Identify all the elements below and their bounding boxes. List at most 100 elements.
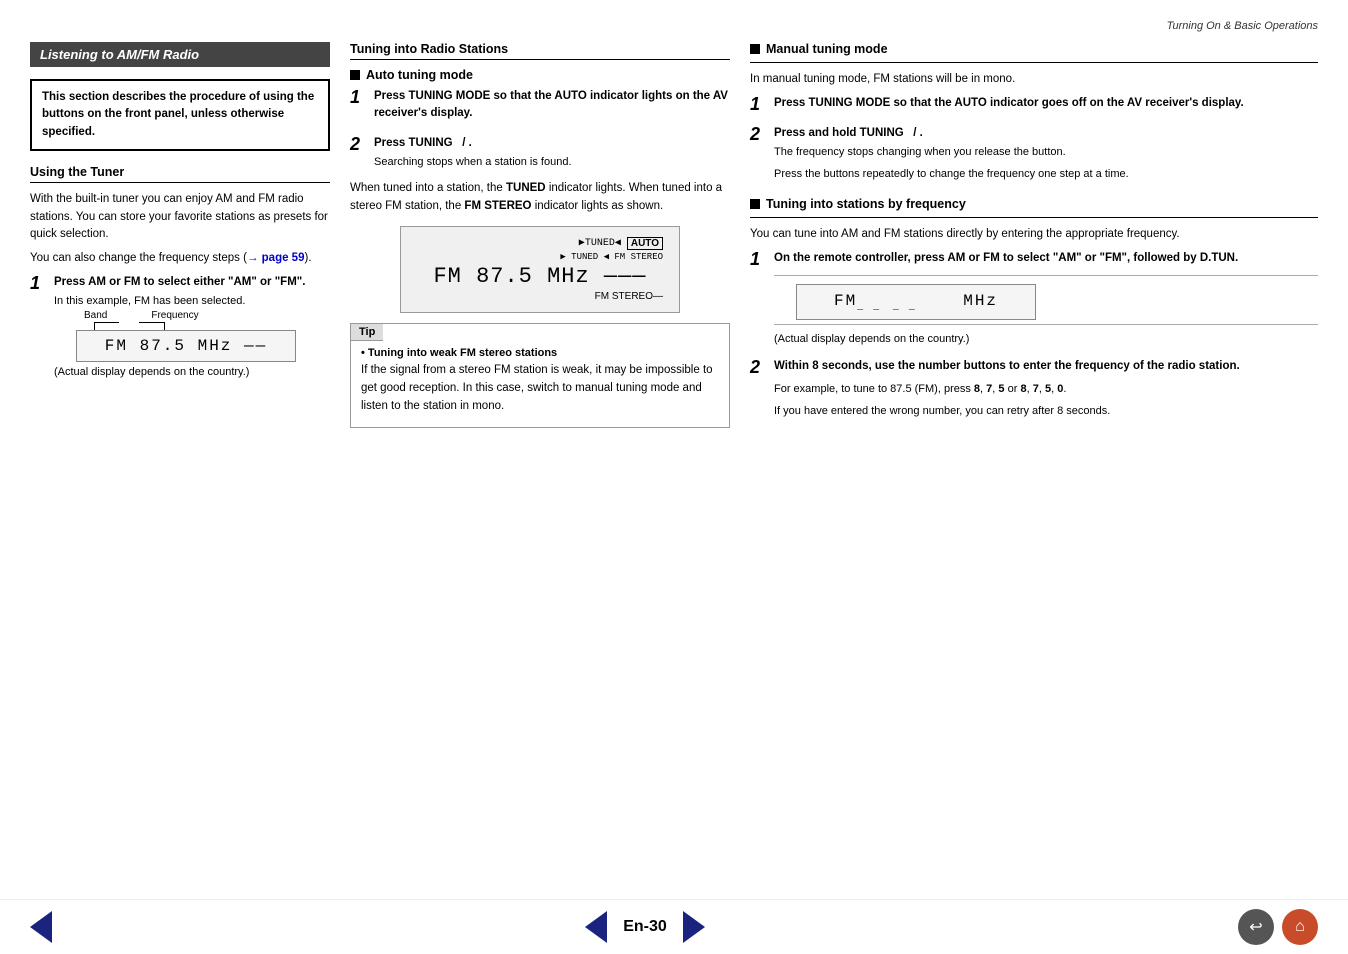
page-header: Turning On & Basic Operations xyxy=(30,20,1318,32)
middle-step2-number: 2 xyxy=(350,135,368,155)
bracket-horiz-2 xyxy=(139,322,165,323)
tuner-body1: With the built-in tuner you can enjoy AM… xyxy=(30,191,330,244)
middle-step1: 1 Press TUNING MODE so that the AUTO ind… xyxy=(350,88,730,125)
tuned-text: ▶TUNED◀ xyxy=(579,237,621,249)
tip-box: Tip • Tuning into weak FM stereo station… xyxy=(350,323,730,428)
tuner-body2-end: ). xyxy=(304,252,311,264)
right-step2-content: Press and hold TUNING / . The frequency … xyxy=(774,125,1318,183)
manual-body: In manual tuning mode, FM stations will … xyxy=(750,71,1318,89)
right-step2-desc1: The frequency stops changing when you re… xyxy=(774,144,1318,161)
auto-heading-wrapper: Auto tuning mode xyxy=(350,68,730,82)
tip-header: Tip xyxy=(351,324,383,341)
main-display: ▶TUNED◀ AUTO ▶ TUNED ◀ FM STEREO FM 87.5… xyxy=(400,226,680,313)
display-labels: Band Frequency xyxy=(76,310,296,321)
freq-step1: 1 On the remote controller, press AM or … xyxy=(750,250,1318,348)
left-display-wrapper: Band Frequency FM 87.5 MHz —— xyxy=(76,310,296,362)
tip-content: • Tuning into weak FM stereo stations If… xyxy=(351,341,729,427)
middle-step2: 2 Press TUNING / . Searching stops when … xyxy=(350,135,730,171)
tuner-link[interactable]: → page 59 xyxy=(247,252,305,264)
right-display-text: FM_ _ _ _ MHz xyxy=(834,292,998,310)
manual-heading: Manual tuning mode xyxy=(766,42,888,56)
middle-step1-content: Press TUNING MODE so that the AUTO indic… xyxy=(374,88,730,125)
freq-step2-desc2: If you have entered the wrong number, yo… xyxy=(774,403,1318,420)
right-step2-number: 2 xyxy=(750,125,768,145)
bracket-lines xyxy=(76,322,296,330)
freq-step2-desc1: For example, to tune to 87.5 (FM), press… xyxy=(774,381,1318,398)
freq-divider xyxy=(774,275,1318,276)
left-step1-content: Press AM or FM to select either "AM" or … xyxy=(54,274,330,378)
tip-bullet-text: Tuning into weak FM stereo stations xyxy=(368,347,557,359)
nav-prev-arrow[interactable] xyxy=(30,911,52,943)
freq-divider-bottom xyxy=(774,324,1318,325)
middle-column: Tuning into Radio Stations Auto tuning m… xyxy=(350,42,730,428)
small-indicator-text: ▶ TUNED ◀ FM STEREO xyxy=(417,252,663,262)
freq-step2-content: Within 8 seconds, use the number buttons… xyxy=(774,358,1318,420)
freq-heading: Tuning into stations by frequency xyxy=(766,197,966,211)
tip-body: If the signal from a stereo FM station i… xyxy=(361,362,719,415)
tuned-indicator: ▶TUNED◀ xyxy=(579,237,621,249)
info-box: This section describes the procedure of … xyxy=(30,79,330,151)
left-step1: 1 Press AM or FM to select either "AM" o… xyxy=(30,274,330,378)
bottom-icons: ↩ ⌂ xyxy=(1238,909,1318,945)
tuner-subheading: Using the Tuner xyxy=(30,165,330,183)
info-box-text: This section describes the procedure of … xyxy=(42,91,314,138)
home-button[interactable]: ⌂ xyxy=(1282,909,1318,945)
freq-step1-number: 1 xyxy=(750,250,768,270)
auto-heading: Auto tuning mode xyxy=(366,68,473,82)
display-caption: (Actual display depends on the country.) xyxy=(54,366,330,378)
freq-step1-content: On the remote controller, press AM or FM… xyxy=(774,250,1318,348)
auto-badge: AUTO xyxy=(627,237,663,250)
manual-black-square xyxy=(750,44,760,54)
back-button[interactable]: ↩ xyxy=(1238,909,1274,945)
left-display-text: FM 87.5 MHz —— xyxy=(105,337,267,355)
middle-step2-content: Press TUNING / . Searching stops when a … xyxy=(374,135,730,171)
back-icon: ↩ xyxy=(1249,917,1262,937)
frequency-label: Frequency xyxy=(151,310,198,321)
freq-step2: 2 Within 8 seconds, use the number butto… xyxy=(750,358,1318,420)
bottom-bar: En-30 ↩ ⌂ xyxy=(0,899,1348,954)
columns-layout: Listening to AM/FM Radio This section de… xyxy=(30,42,1318,430)
main-display-freq: FM 87.5 MHz ——— xyxy=(417,264,663,289)
middle-step1-number: 1 xyxy=(350,88,368,108)
tuner-body2: You can also change the frequency steps … xyxy=(30,250,330,268)
right-step2-title: Press and hold TUNING / . xyxy=(774,125,1318,142)
page-arrow-left[interactable] xyxy=(585,911,607,943)
page-number: En-30 xyxy=(623,918,667,936)
freq-heading-wrapper: Tuning into stations by frequency xyxy=(750,197,1318,211)
page-number-box: En-30 xyxy=(585,911,705,943)
bracket-horiz-1 xyxy=(94,322,119,323)
right-step2-desc2: Press the buttons repeatedly to change t… xyxy=(774,166,1318,183)
left-step1-number: 1 xyxy=(30,274,48,294)
freq-step1-title: On the remote controller, press AM or FM… xyxy=(774,250,1318,267)
middle-step2-desc: Searching stops when a station is found. xyxy=(374,154,730,171)
right-column: Manual tuning mode In manual tuning mode… xyxy=(750,42,1318,430)
home-icon: ⌂ xyxy=(1295,918,1305,936)
bracket-line-2 xyxy=(164,322,165,330)
freq-black-square xyxy=(750,199,760,209)
bracket-line-1 xyxy=(94,322,95,330)
page-container: Turning On & Basic Operations Listening … xyxy=(0,0,1348,954)
tuner-body2-text: You can also change the frequency steps … xyxy=(30,252,247,264)
divider-2 xyxy=(750,217,1318,218)
display-top-row: ▶TUNED◀ AUTO xyxy=(417,237,663,250)
middle-body-text: When tuned into a station, the TUNED ind… xyxy=(350,180,730,216)
fm-stereo-label: FM STEREO— xyxy=(417,291,663,302)
freq-step2-title: Within 8 seconds, use the number buttons… xyxy=(774,358,1318,375)
freq-section: Tuning into stations by frequency You ca… xyxy=(750,197,1318,420)
middle-step1-title: Press TUNING MODE so that the AUTO indic… xyxy=(374,88,730,123)
left-column: Listening to AM/FM Radio This section de… xyxy=(30,42,330,388)
right-step1-content: Press TUNING MODE so that the AUTO indic… xyxy=(774,95,1318,114)
manual-heading-wrapper: Manual tuning mode xyxy=(750,42,1318,56)
right-step1: 1 Press TUNING MODE so that the AUTO ind… xyxy=(750,95,1318,115)
band-label: Band xyxy=(84,310,107,321)
freq-step2-number: 2 xyxy=(750,358,768,378)
left-step1-title: Press AM or FM to select either "AM" or … xyxy=(54,274,330,291)
left-step1-desc: In this example, FM has been selected. xyxy=(54,293,330,310)
divider-1 xyxy=(750,62,1318,63)
left-display-box: FM 87.5 MHz —— xyxy=(76,330,296,362)
page-arrow-right[interactable] xyxy=(683,911,705,943)
right-display-wrapper: FM_ _ _ _ MHz xyxy=(796,284,1036,320)
right-step1-title: Press TUNING MODE so that the AUTO indic… xyxy=(774,95,1318,112)
right-display-box: FM_ _ _ _ MHz xyxy=(796,284,1036,320)
middle-step2-title: Press TUNING / . xyxy=(374,135,730,152)
